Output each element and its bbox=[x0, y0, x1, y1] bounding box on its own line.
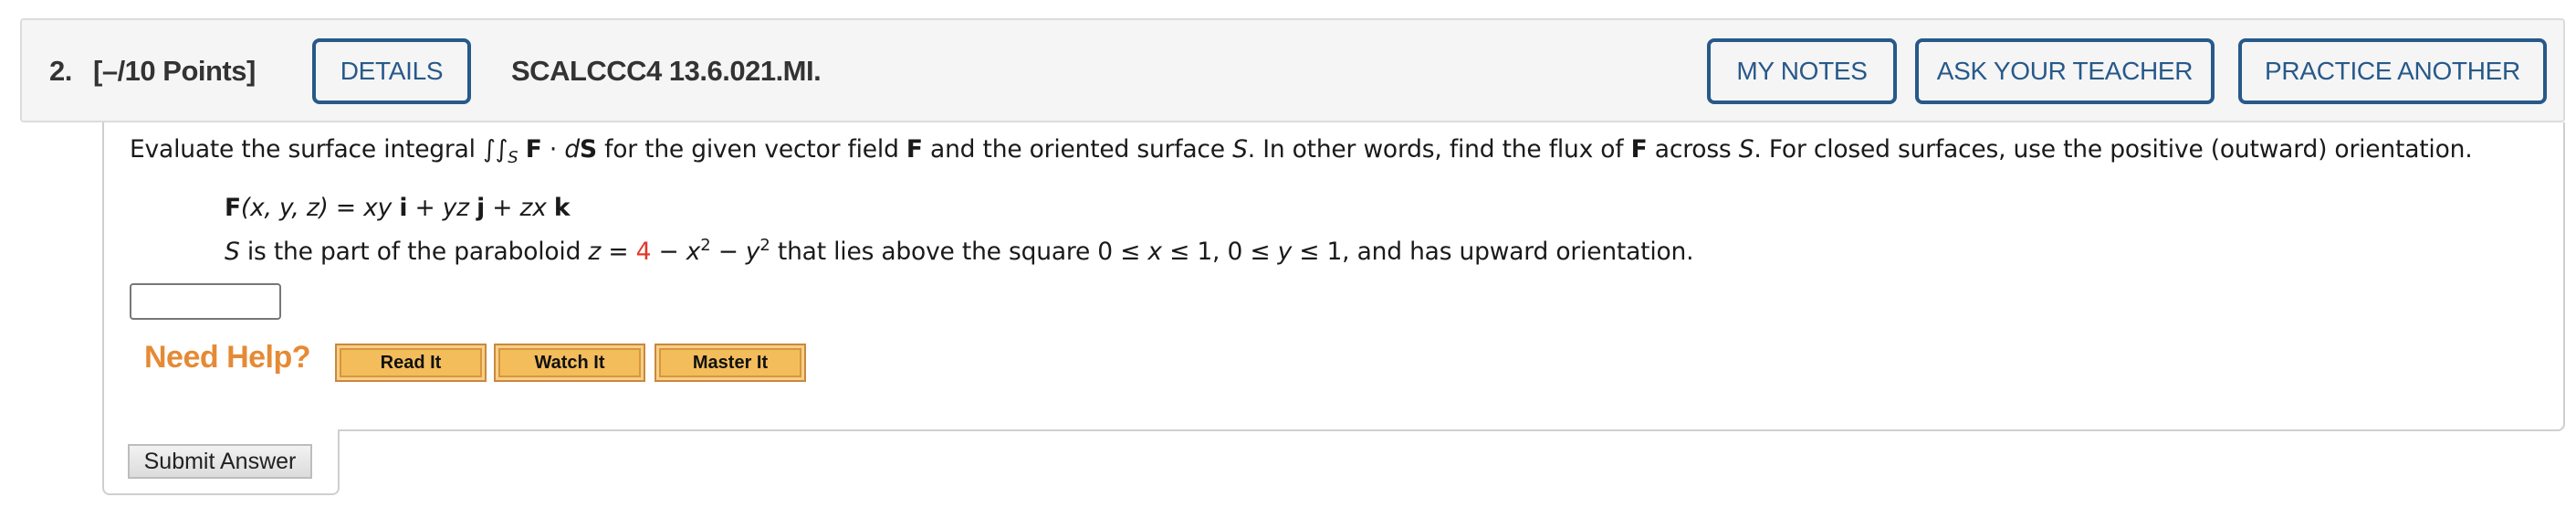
question-body bbox=[102, 122, 2565, 431]
question-code: SCALCCC4 13.6.021.MI. bbox=[511, 55, 822, 87]
answer-input[interactable] bbox=[130, 283, 281, 320]
master-it-button[interactable]: Master It bbox=[654, 344, 806, 382]
need-help-label: Need Help? bbox=[144, 340, 311, 375]
question-prompt: Evaluate the surface integral ∫∫S F · dS… bbox=[130, 135, 2473, 167]
read-it-button[interactable]: Read It bbox=[335, 344, 487, 382]
surface-integral-symbol: ∫∫S bbox=[483, 135, 518, 167]
question-header: 2. [–/10 Points] DETAILS SCALCCC4 13.6.0… bbox=[20, 18, 2565, 122]
details-button[interactable]: DETAILS bbox=[312, 38, 471, 104]
watch-it-button[interactable]: Watch It bbox=[494, 344, 645, 382]
highlighted-constant: 4 bbox=[635, 238, 652, 266]
question-number: 2. bbox=[49, 55, 72, 87]
vector-field-definition: F(x, y, z) = xy i + yz j + zx k bbox=[225, 194, 571, 222]
surface-definition: S is the part of the paraboloid z = 4 − … bbox=[225, 236, 1694, 267]
question-points: [–/10 Points] bbox=[93, 55, 256, 87]
ask-your-teacher-button[interactable]: ASK YOUR TEACHER bbox=[1915, 38, 2215, 104]
submit-answer-button[interactable]: Submit Answer bbox=[128, 444, 312, 479]
practice-another-button[interactable]: PRACTICE ANOTHER bbox=[2238, 38, 2547, 104]
my-notes-button[interactable]: MY NOTES bbox=[1707, 38, 1897, 104]
